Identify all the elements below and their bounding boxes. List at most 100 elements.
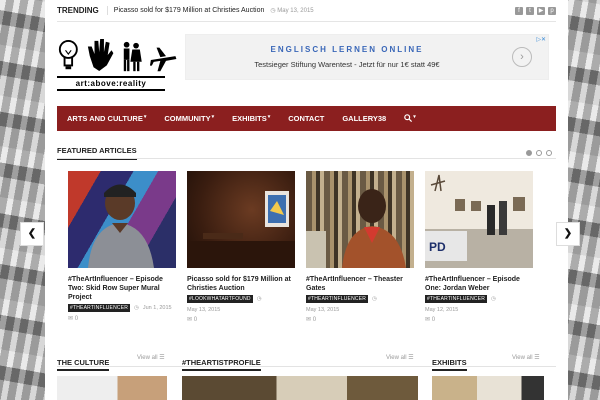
section-title[interactable]: EXHIBITS: [432, 358, 467, 371]
clock-icon: ◷: [491, 296, 496, 303]
logo-icons: [57, 34, 177, 74]
ad-title: ENGLISCH LERNEN ONLINE: [270, 45, 424, 54]
exhibit-photo: PD: [425, 174, 525, 261]
slider-dot[interactable]: [526, 150, 532, 156]
view-all-label: View all: [386, 355, 407, 361]
nav-exhibits[interactable]: EXHIBITS▾: [232, 114, 270, 123]
site-logo[interactable]: art:above:reality: [57, 34, 177, 92]
article-card[interactable]: #TheArtInfluencer – Episode Two: Skid Ro…: [68, 171, 176, 322]
nav-contact[interactable]: CONTACT: [288, 114, 324, 123]
article-tag[interactable]: #LOOKWHATARTFOUND: [187, 295, 253, 304]
article-card[interactable]: Picasso sold for $179 Million at Christi…: [187, 171, 295, 323]
chevron-down-icon: ▾: [143, 114, 147, 120]
comments-number: 0: [312, 317, 317, 324]
comments-count[interactable]: ✉ 0: [68, 315, 176, 322]
slider-dot[interactable]: [536, 150, 542, 156]
ad-banner[interactable]: ▷✕ ENGLISCH LERNEN ONLINE Testsieger Sti…: [185, 34, 549, 80]
article-card[interactable]: PD #TheArtInfluencer – Episode One: Jord…: [425, 171, 533, 323]
ad-subtitle: Testsieger Stiftung Warentest - Jetzt fü…: [254, 60, 440, 69]
slider-dots: [526, 150, 552, 156]
article-tag[interactable]: #THEARTINFLUENCER: [306, 295, 369, 304]
article-tag[interactable]: #THEARTINFLUENCER: [68, 304, 131, 313]
nav-label: EXHIBITS: [232, 114, 267, 123]
article-title[interactable]: #TheArtInfluencer – Theaster Gates: [306, 275, 414, 293]
culture-thumbnail[interactable]: [57, 376, 167, 400]
article-title[interactable]: #TheArtInfluencer – Episode Two: Skid Ro…: [68, 275, 176, 302]
article-date: May 13, 2015: [187, 307, 221, 314]
person-photo: [306, 189, 406, 268]
nav-label: GALLERY38: [342, 114, 387, 123]
clock-icon: ◷: [372, 296, 377, 303]
article-image[interactable]: PD: [425, 171, 533, 268]
airplane-icon: [149, 47, 177, 72]
comments-count[interactable]: ✉ 0: [306, 316, 414, 323]
article-date: May 13, 2015: [306, 307, 340, 314]
section-title[interactable]: #THEARTISTPROFILE: [182, 358, 261, 371]
section-title[interactable]: THE CULTURE: [57, 358, 110, 371]
search-icon[interactable]: ▾: [404, 114, 416, 124]
slider-next-button[interactable]: ❯: [556, 222, 580, 246]
page: TRENDING Picasso sold for $179 Million a…: [45, 0, 568, 400]
nav-label: CONTACT: [288, 114, 325, 123]
view-all-label: View all: [512, 355, 533, 361]
view-all-link[interactable]: View all ☰: [512, 354, 540, 361]
search-glyph: [404, 113, 413, 122]
youtube-icon[interactable]: ▶: [537, 6, 545, 15]
nav-arts-and-culture[interactable]: ARTS AND CULTURE▾: [67, 114, 146, 123]
comments-number: 0: [193, 317, 198, 324]
nav-label: COMMUNITY: [164, 114, 211, 123]
section-theartistprofile: #THEARTISTPROFILE View all ☰: [182, 352, 418, 371]
comment-icon: ✉: [68, 316, 74, 323]
article-title[interactable]: #TheArtInfluencer – Episode One: Jordan …: [425, 275, 533, 293]
view-all-label: View all: [137, 355, 158, 361]
view-all-link[interactable]: View all ☰: [386, 354, 414, 361]
main-nav: ARTS AND CULTURE▾ COMMUNITY▾ EXHIBITS▾ C…: [57, 106, 556, 131]
article-date: Jun 1, 2015: [142, 305, 172, 312]
slider-dot[interactable]: [546, 150, 552, 156]
nav-label: ARTS AND CULTURE: [67, 114, 143, 123]
comments-count[interactable]: ✉ 0: [187, 316, 295, 323]
social-links: f t ▶ p: [515, 6, 556, 15]
comment-icon: ✉: [306, 317, 312, 324]
trending-date: ◷ May 13, 2015: [270, 8, 314, 14]
article-meta: #THEARTINFLUENCER ◷ Jun 1, 2015: [68, 304, 176, 313]
slider-prev-button[interactable]: ❮: [20, 222, 44, 246]
chevron-down-icon: ▾: [413, 113, 416, 120]
facebook-icon[interactable]: f: [515, 6, 523, 15]
person-photo: [88, 184, 154, 268]
divider: [57, 158, 556, 159]
ad-arrow-button[interactable]: ›: [512, 47, 532, 67]
trending-date-text: May 13, 2015: [277, 8, 314, 14]
nav-gallery38[interactable]: GALLERY38: [342, 114, 386, 123]
section-exhibits: EXHIBITS View all ☰: [432, 352, 544, 371]
article-tag[interactable]: #THEARTINFLUENCER: [425, 295, 488, 304]
clock-icon: ◷: [134, 305, 139, 312]
comment-icon: ✉: [187, 317, 193, 324]
article-image[interactable]: [187, 171, 295, 268]
chevron-down-icon: ▾: [267, 114, 271, 120]
article-meta: #LOOKWHATARTFOUND ◷ May 13, 2015: [187, 295, 295, 313]
trending-link[interactable]: Picasso sold for $179 Million at Christi…: [114, 7, 265, 14]
logo-text: art:above:reality: [57, 76, 165, 91]
article-image[interactable]: [306, 171, 414, 268]
svg-text:PD: PD: [429, 240, 446, 254]
chevron-down-icon: ▾: [211, 114, 215, 120]
people-icon: [123, 41, 142, 72]
gallery-photo: [187, 191, 295, 268]
comments-number: 0: [74, 316, 79, 323]
section-the-culture: THE CULTURE View all ☰: [57, 352, 167, 371]
article-image[interactable]: [68, 171, 176, 268]
view-all-link[interactable]: View all ☰: [137, 354, 165, 361]
article-date: May 12, 2015: [425, 307, 459, 314]
lightbulb-icon: [58, 39, 78, 70]
article-title[interactable]: Picasso sold for $179 Million at Christi…: [187, 275, 295, 293]
twitter-icon[interactable]: t: [526, 6, 534, 15]
exhibits-thumbnail[interactable]: [432, 376, 544, 400]
nav-community[interactable]: COMMUNITY▾: [164, 114, 214, 123]
pinterest-icon[interactable]: p: [548, 6, 556, 15]
ad-choices-icon[interactable]: ▷✕: [536, 36, 546, 43]
article-card[interactable]: #TheArtInfluencer – Theaster Gates #THEA…: [306, 171, 414, 323]
comment-icon: ✉: [425, 317, 431, 324]
comments-count[interactable]: ✉ 0: [425, 316, 533, 323]
artistprofile-thumbnail[interactable]: [182, 376, 418, 400]
